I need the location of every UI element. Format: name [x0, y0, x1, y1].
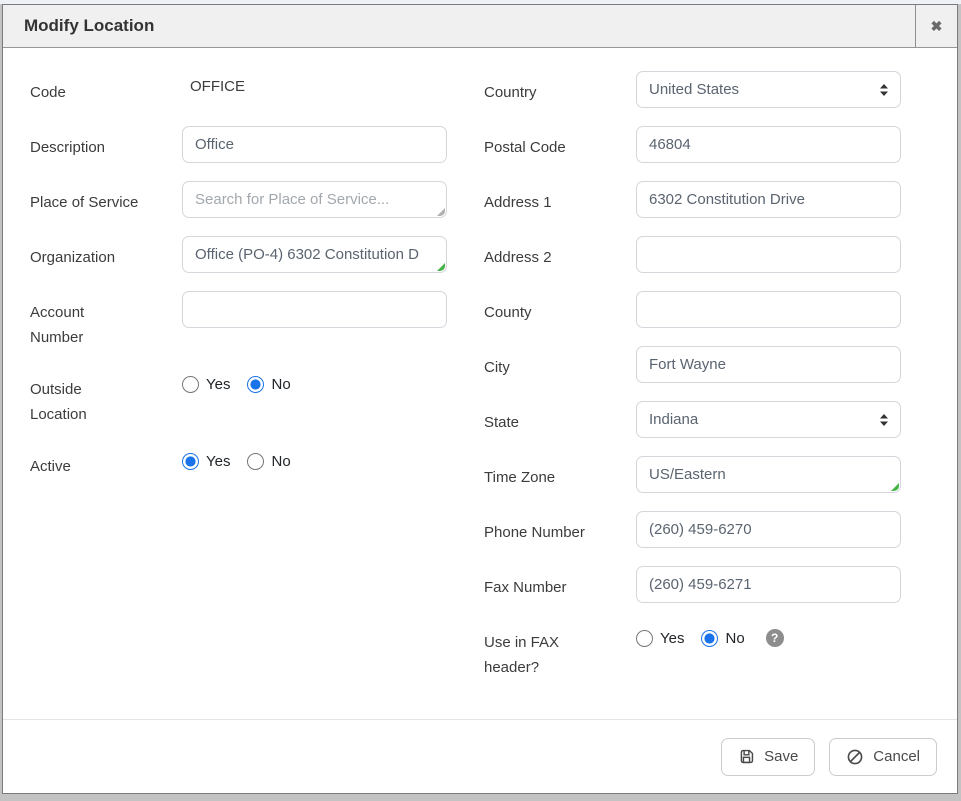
radio-option-label: Yes [660, 630, 684, 647]
dialog-body: Code OFFICE Description Place of Service [3, 48, 957, 698]
dialog-footer: Save Cancel [3, 719, 957, 793]
active-no-option[interactable]: No [247, 453, 290, 470]
dialog-header: Modify Location ✖ [3, 5, 957, 48]
address2-label: Address 2 [484, 236, 636, 270]
code-value: OFFICE [182, 71, 447, 95]
dialog-title: Modify Location [3, 16, 915, 36]
address1-input[interactable] [636, 181, 901, 218]
field-row-code: Code OFFICE [30, 71, 447, 108]
cancel-button-label: Cancel [873, 748, 920, 765]
city-input[interactable] [636, 346, 901, 383]
country-select[interactable]: United States [636, 71, 901, 108]
cancel-button[interactable]: Cancel [829, 738, 937, 776]
radio-option-label: No [271, 376, 290, 393]
use-in-fax-header-yes-option[interactable]: Yes [636, 630, 684, 647]
organization-label: Organization [30, 236, 182, 270]
organization-input[interactable] [182, 236, 447, 273]
time-zone-input[interactable] [636, 456, 901, 493]
code-label: Code [30, 71, 182, 105]
left-column: Code OFFICE Description Place of Service [30, 71, 447, 698]
field-row-county: County [484, 291, 901, 328]
radio-option-label: No [271, 453, 290, 470]
right-column: Country United States Postal Code [484, 71, 901, 698]
ban-icon [846, 748, 864, 766]
field-row-outside-location: Outside Location Yes No [30, 368, 447, 427]
country-label: Country [484, 71, 636, 105]
place-of-service-label: Place of Service [30, 181, 182, 215]
postal-code-label: Postal Code [484, 126, 636, 160]
active-yes-radio[interactable] [182, 453, 199, 470]
city-label: City [484, 346, 636, 380]
save-button[interactable]: Save [721, 738, 815, 776]
radio-option-label: Yes [206, 453, 230, 470]
active-radio-group: Yes No [182, 445, 308, 470]
field-row-country: Country United States [484, 71, 901, 108]
postal-code-input[interactable] [636, 126, 901, 163]
outside-location-no-radio[interactable] [247, 376, 264, 393]
outside-location-radio-group: Yes No [182, 368, 308, 393]
state-label: State [484, 401, 636, 435]
question-circle-icon[interactable]: ? [766, 629, 784, 647]
field-row-organization: Organization [30, 236, 447, 273]
account-number-input[interactable] [182, 291, 447, 328]
field-row-place-of-service: Place of Service [30, 181, 447, 218]
use-in-fax-header-yes-radio[interactable] [636, 630, 653, 647]
active-no-radio[interactable] [247, 453, 264, 470]
phone-number-label: Phone Number [484, 511, 636, 545]
field-row-address1: Address 1 [484, 181, 901, 218]
outside-location-yes-radio[interactable] [182, 376, 199, 393]
fax-number-label: Fax Number [484, 566, 636, 600]
active-yes-option[interactable]: Yes [182, 453, 230, 470]
address1-label: Address 1 [484, 181, 636, 215]
radio-option-label: Yes [206, 376, 230, 393]
field-row-time-zone: Time Zone [484, 456, 901, 493]
county-label: County [484, 291, 636, 325]
time-zone-label: Time Zone [484, 456, 636, 490]
address2-input[interactable] [636, 236, 901, 273]
description-input[interactable] [182, 126, 447, 163]
field-row-address2: Address 2 [484, 236, 901, 273]
county-input[interactable] [636, 291, 901, 328]
close-icon: ✖ [931, 18, 943, 35]
save-icon [738, 748, 755, 765]
field-row-city: City [484, 346, 901, 383]
active-label: Active [30, 445, 182, 479]
field-row-postal-code: Postal Code [484, 126, 901, 163]
field-row-account-number: Account Number [30, 291, 447, 350]
field-row-use-in-fax-header: Use in FAX header? Yes No ? [484, 621, 901, 680]
use-in-fax-header-no-radio[interactable] [701, 630, 718, 647]
field-row-fax-number: Fax Number [484, 566, 901, 603]
save-button-label: Save [764, 748, 798, 765]
state-select[interactable]: Indiana [636, 401, 901, 438]
outside-location-label: Outside Location [30, 368, 182, 427]
phone-number-input[interactable] [636, 511, 901, 548]
radio-option-label: No [725, 630, 744, 647]
modify-location-dialog: Modify Location ✖ Code OFFICE Descriptio… [2, 4, 958, 794]
field-row-state: State Indiana [484, 401, 901, 438]
field-row-active: Active Yes No [30, 445, 447, 482]
field-row-description: Description [30, 126, 447, 163]
fax-number-input[interactable] [636, 566, 901, 603]
use-in-fax-header-no-option[interactable]: No [701, 630, 744, 647]
close-button[interactable]: ✖ [915, 5, 957, 47]
account-number-label: Account Number [30, 291, 182, 350]
description-label: Description [30, 126, 182, 160]
use-in-fax-header-label: Use in FAX header? [484, 621, 636, 680]
field-row-phone-number: Phone Number [484, 511, 901, 548]
place-of-service-input[interactable] [182, 181, 447, 218]
use-in-fax-header-radio-group: Yes No ? [636, 621, 784, 647]
outside-location-yes-option[interactable]: Yes [182, 376, 230, 393]
outside-location-no-option[interactable]: No [247, 376, 290, 393]
